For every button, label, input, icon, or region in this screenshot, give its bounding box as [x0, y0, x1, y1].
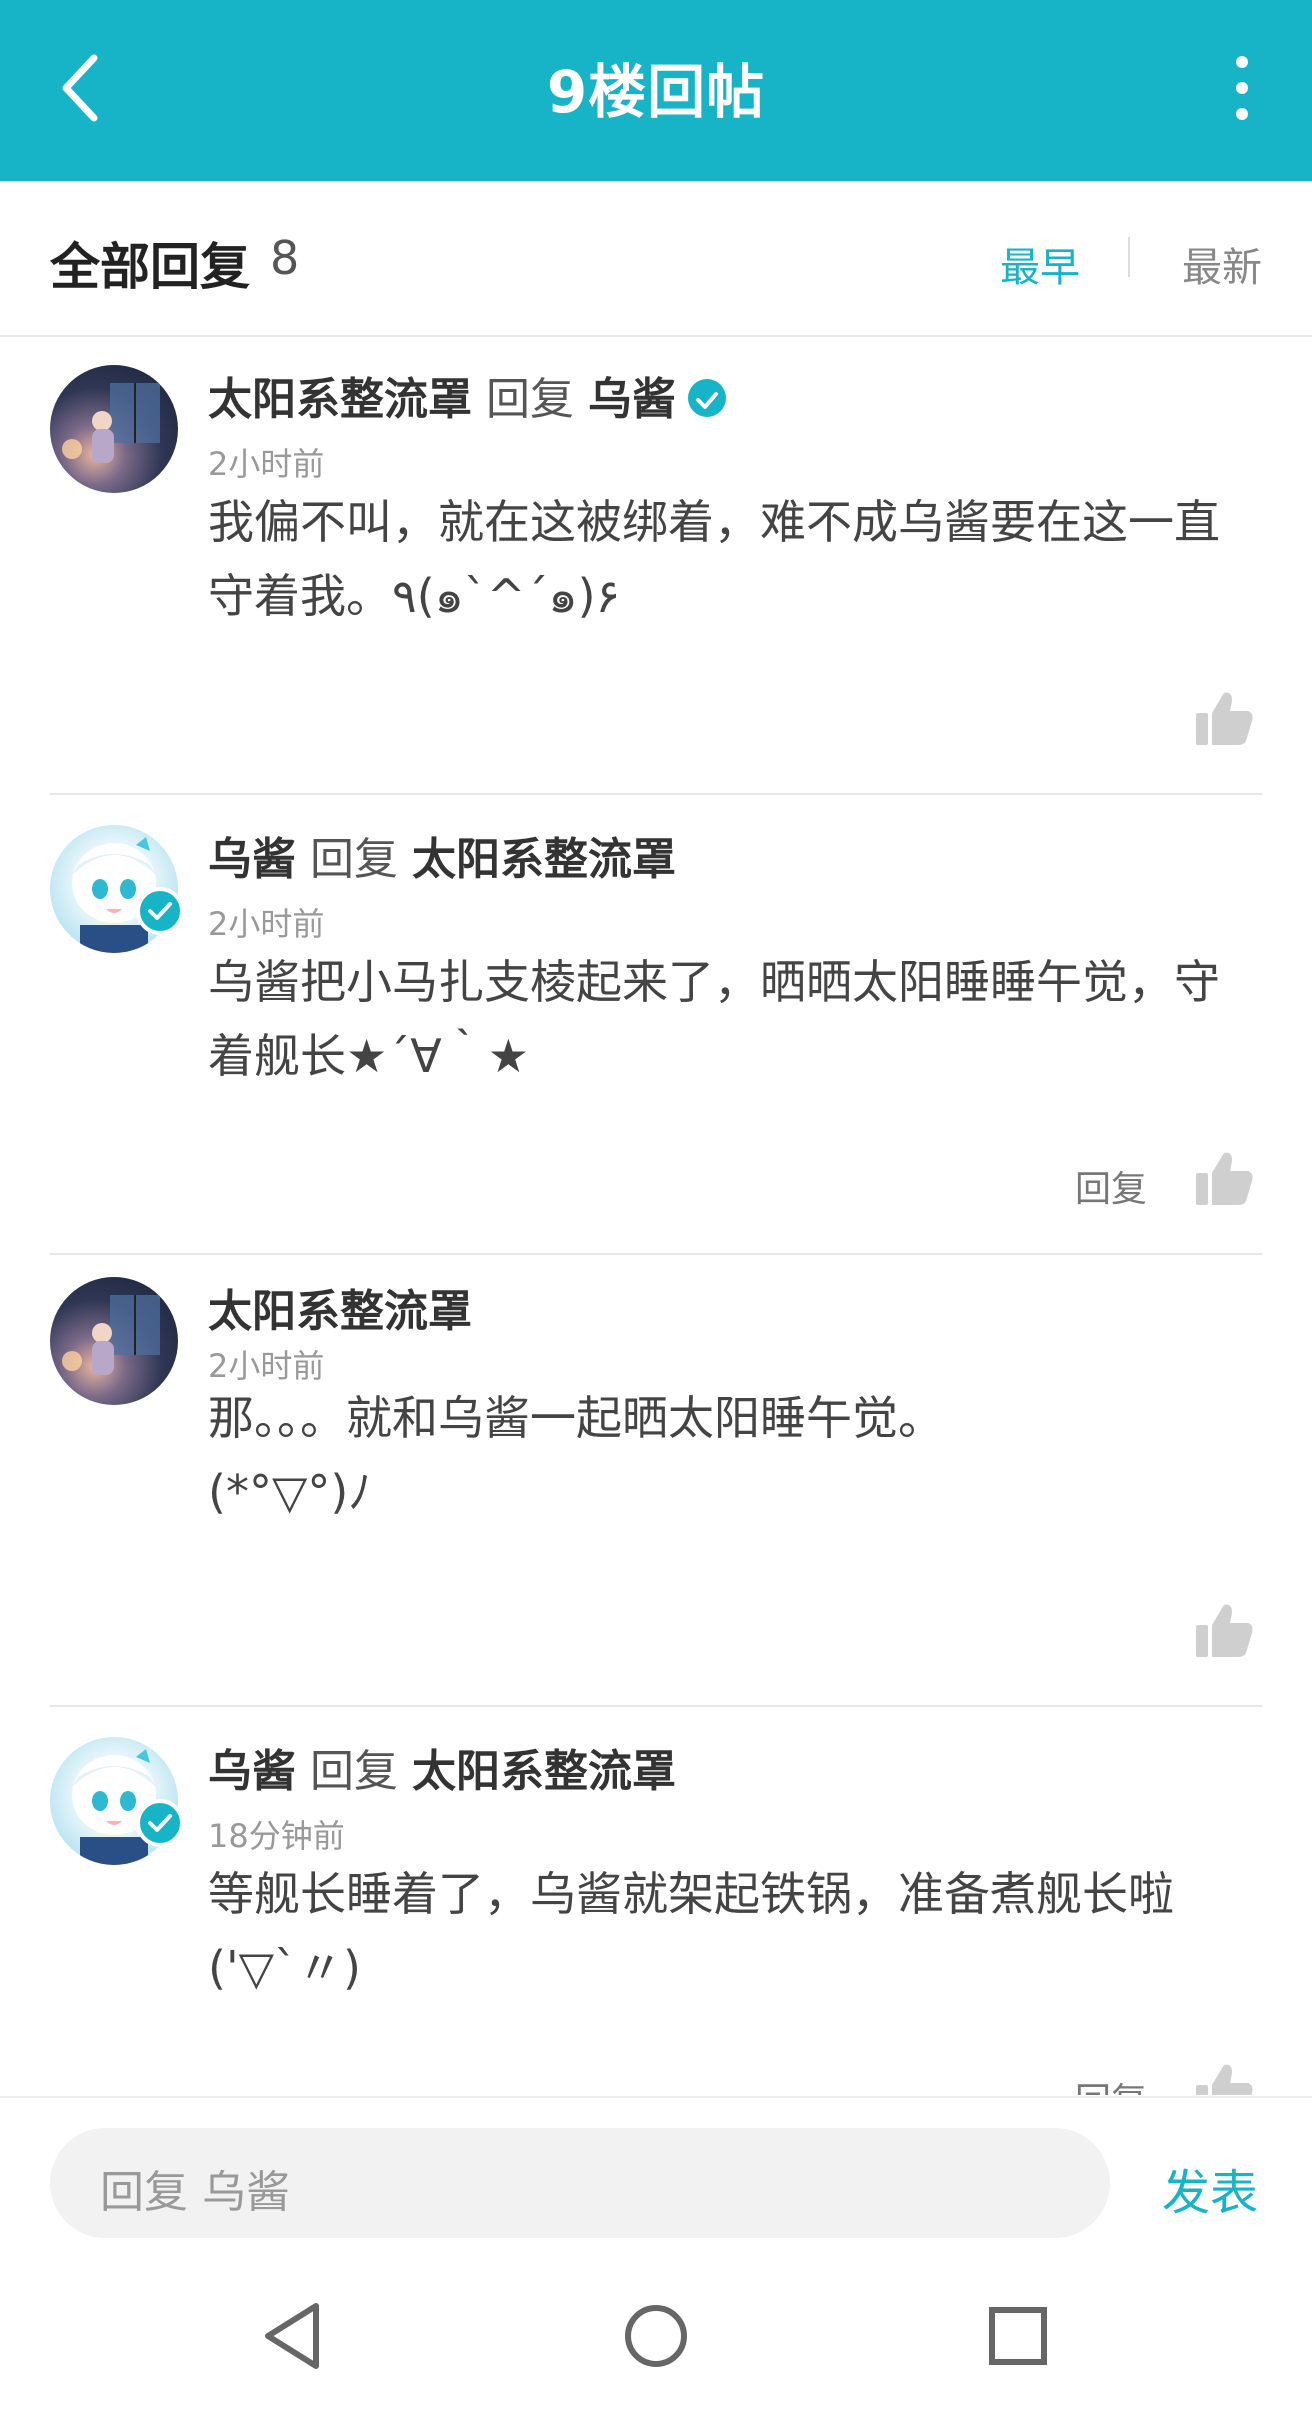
reply-time: 2小时前 [208, 905, 325, 943]
reply-item: 太阳系整流罩 2小时前 那。。。就和乌酱一起晒太阳睡午觉。 (*°▽°)ﾉ [0, 1249, 1312, 1707]
avatar[interactable] [50, 365, 178, 493]
reply-line: 那。。。就和乌酱一起晒太阳睡午觉。 [208, 1391, 944, 1445]
bottom-bar: 回复 乌酱 发表 [0, 2096, 1312, 2412]
avatar-image [62, 1295, 160, 1375]
verified-check-icon [688, 379, 726, 417]
circle-home-icon[interactable] [616, 2296, 696, 2376]
reply-line: 乌酱把小马扎支棱起来了，晒晒太阳睡睡午觉，守 [208, 955, 1220, 1009]
reply-button[interactable]: 回复 [1075, 2072, 1147, 2095]
thumbs-up-icon[interactable] [1194, 1147, 1256, 1209]
reply-count: 8 [270, 231, 300, 285]
verified-check-icon [136, 887, 184, 935]
reply-header: 乌酱 回复 太阳系整流罩 [208, 823, 676, 887]
triangle-back-icon[interactable] [254, 2296, 334, 2376]
thumbs-up-icon[interactable] [1194, 687, 1256, 749]
reply-input[interactable]: 回复 乌酱 [50, 2128, 1110, 2238]
reply-list: 太阳系整流罩 回复 乌酱 2小时前 我偏不叫，就在这被绑着，难不成乌酱要在这一直 守… [0, 337, 1312, 2095]
reply-content: 乌酱把小马扎支棱起来了，晒晒太阳睡睡午觉，守 着舰长★´∀｀★ [208, 945, 1258, 1093]
reply-header: 太阳系整流罩 回复 乌酱 [208, 363, 726, 427]
reply-time: 2小时前 [208, 445, 325, 483]
reply-line: 着舰长★´∀｀★ [208, 1029, 529, 1083]
author-name[interactable]: 乌酱 [208, 834, 296, 885]
reply-line: 等舰长睡着了，乌酱就架起铁锅，准备煮舰长啦 [208, 1867, 1174, 1921]
more-vertical-icon[interactable] [1212, 52, 1272, 124]
author-name[interactable]: 太阳系整流罩 [208, 1286, 472, 1337]
author-name[interactable]: 乌酱 [208, 1746, 296, 1797]
reply-line: ('▽`〃) [208, 1941, 361, 1995]
reply-item: 乌酱 回复 太阳系整流罩 2小时前 乌酱把小马扎支棱起来了，晒晒太阳睡睡午觉，守 着… [0, 797, 1312, 1255]
reply-target-name[interactable]: 太阳系整流罩 [412, 834, 676, 885]
all-replies-label: 全部回复 [50, 238, 250, 296]
replies-header: 全部回复 8 最早 最新 [0, 181, 1312, 337]
square-recent-icon[interactable] [978, 2296, 1058, 2376]
reply-item: 乌酱 回复 太阳系整流罩 18分钟前 等舰长睡着了，乌酱就架起铁锅，准备煮舰长啦 (… [0, 1709, 1312, 2095]
send-button[interactable]: 发表 [1162, 2153, 1258, 2223]
author-name[interactable]: 太阳系整流罩 [208, 374, 472, 425]
avatar[interactable] [50, 1277, 178, 1405]
reply-button[interactable]: 回复 [1075, 1160, 1147, 1212]
reply-word: 回复 [310, 1746, 398, 1797]
reply-content: 那。。。就和乌酱一起晒太阳睡午觉。 (*°▽°)ﾉ [208, 1381, 1258, 1529]
reply-input-placeholder: 回复 乌酱 [100, 2167, 290, 2218]
divider [50, 793, 1262, 795]
avatar-image [62, 383, 160, 463]
reply-word: 回复 [486, 374, 574, 425]
sort-earliest-tab[interactable]: 最早 [1000, 235, 1080, 293]
reply-word: 回复 [310, 834, 398, 885]
sort-newest-tab[interactable]: 最新 [1182, 235, 1262, 293]
reply-item: 太阳系整流罩 回复 乌酱 2小时前 我偏不叫，就在这被绑着，难不成乌酱要在这一直 守… [0, 337, 1312, 795]
top-app-bar: 9楼回帖 [0, 0, 1312, 181]
system-nav-bar [0, 2278, 1312, 2412]
page-title: 9楼回帖 [546, 58, 766, 126]
reply-header: 乌酱 回复 太阳系整流罩 [208, 1735, 676, 1799]
verified-check-icon [136, 1799, 184, 1847]
reply-line: (*°▽°)ﾉ [208, 1465, 372, 1519]
reply-header: 太阳系整流罩 [208, 1275, 472, 1339]
reply-line: 我偏不叫，就在这被绑着，难不成乌酱要在这一直 [208, 495, 1220, 549]
reply-time: 18分钟前 [208, 1817, 345, 1855]
reply-target-name[interactable]: 太阳系整流罩 [412, 1746, 676, 1797]
reply-target-name[interactable]: 乌酱 [588, 374, 676, 425]
divider [50, 1705, 1262, 1707]
thumbs-up-icon[interactable] [1194, 1599, 1256, 1661]
thumbs-up-icon[interactable] [1194, 2059, 1256, 2095]
reply-line: 守着我。٩(๑`^´๑)۶ [208, 569, 621, 623]
reply-content: 等舰长睡着了，乌酱就架起铁锅，准备煮舰长啦 ('▽`〃) [208, 1857, 1258, 2005]
sort-divider [1128, 237, 1130, 277]
reply-content: 我偏不叫，就在这被绑着，难不成乌酱要在这一直 守着我。٩(๑`^´๑)۶ [208, 485, 1258, 633]
